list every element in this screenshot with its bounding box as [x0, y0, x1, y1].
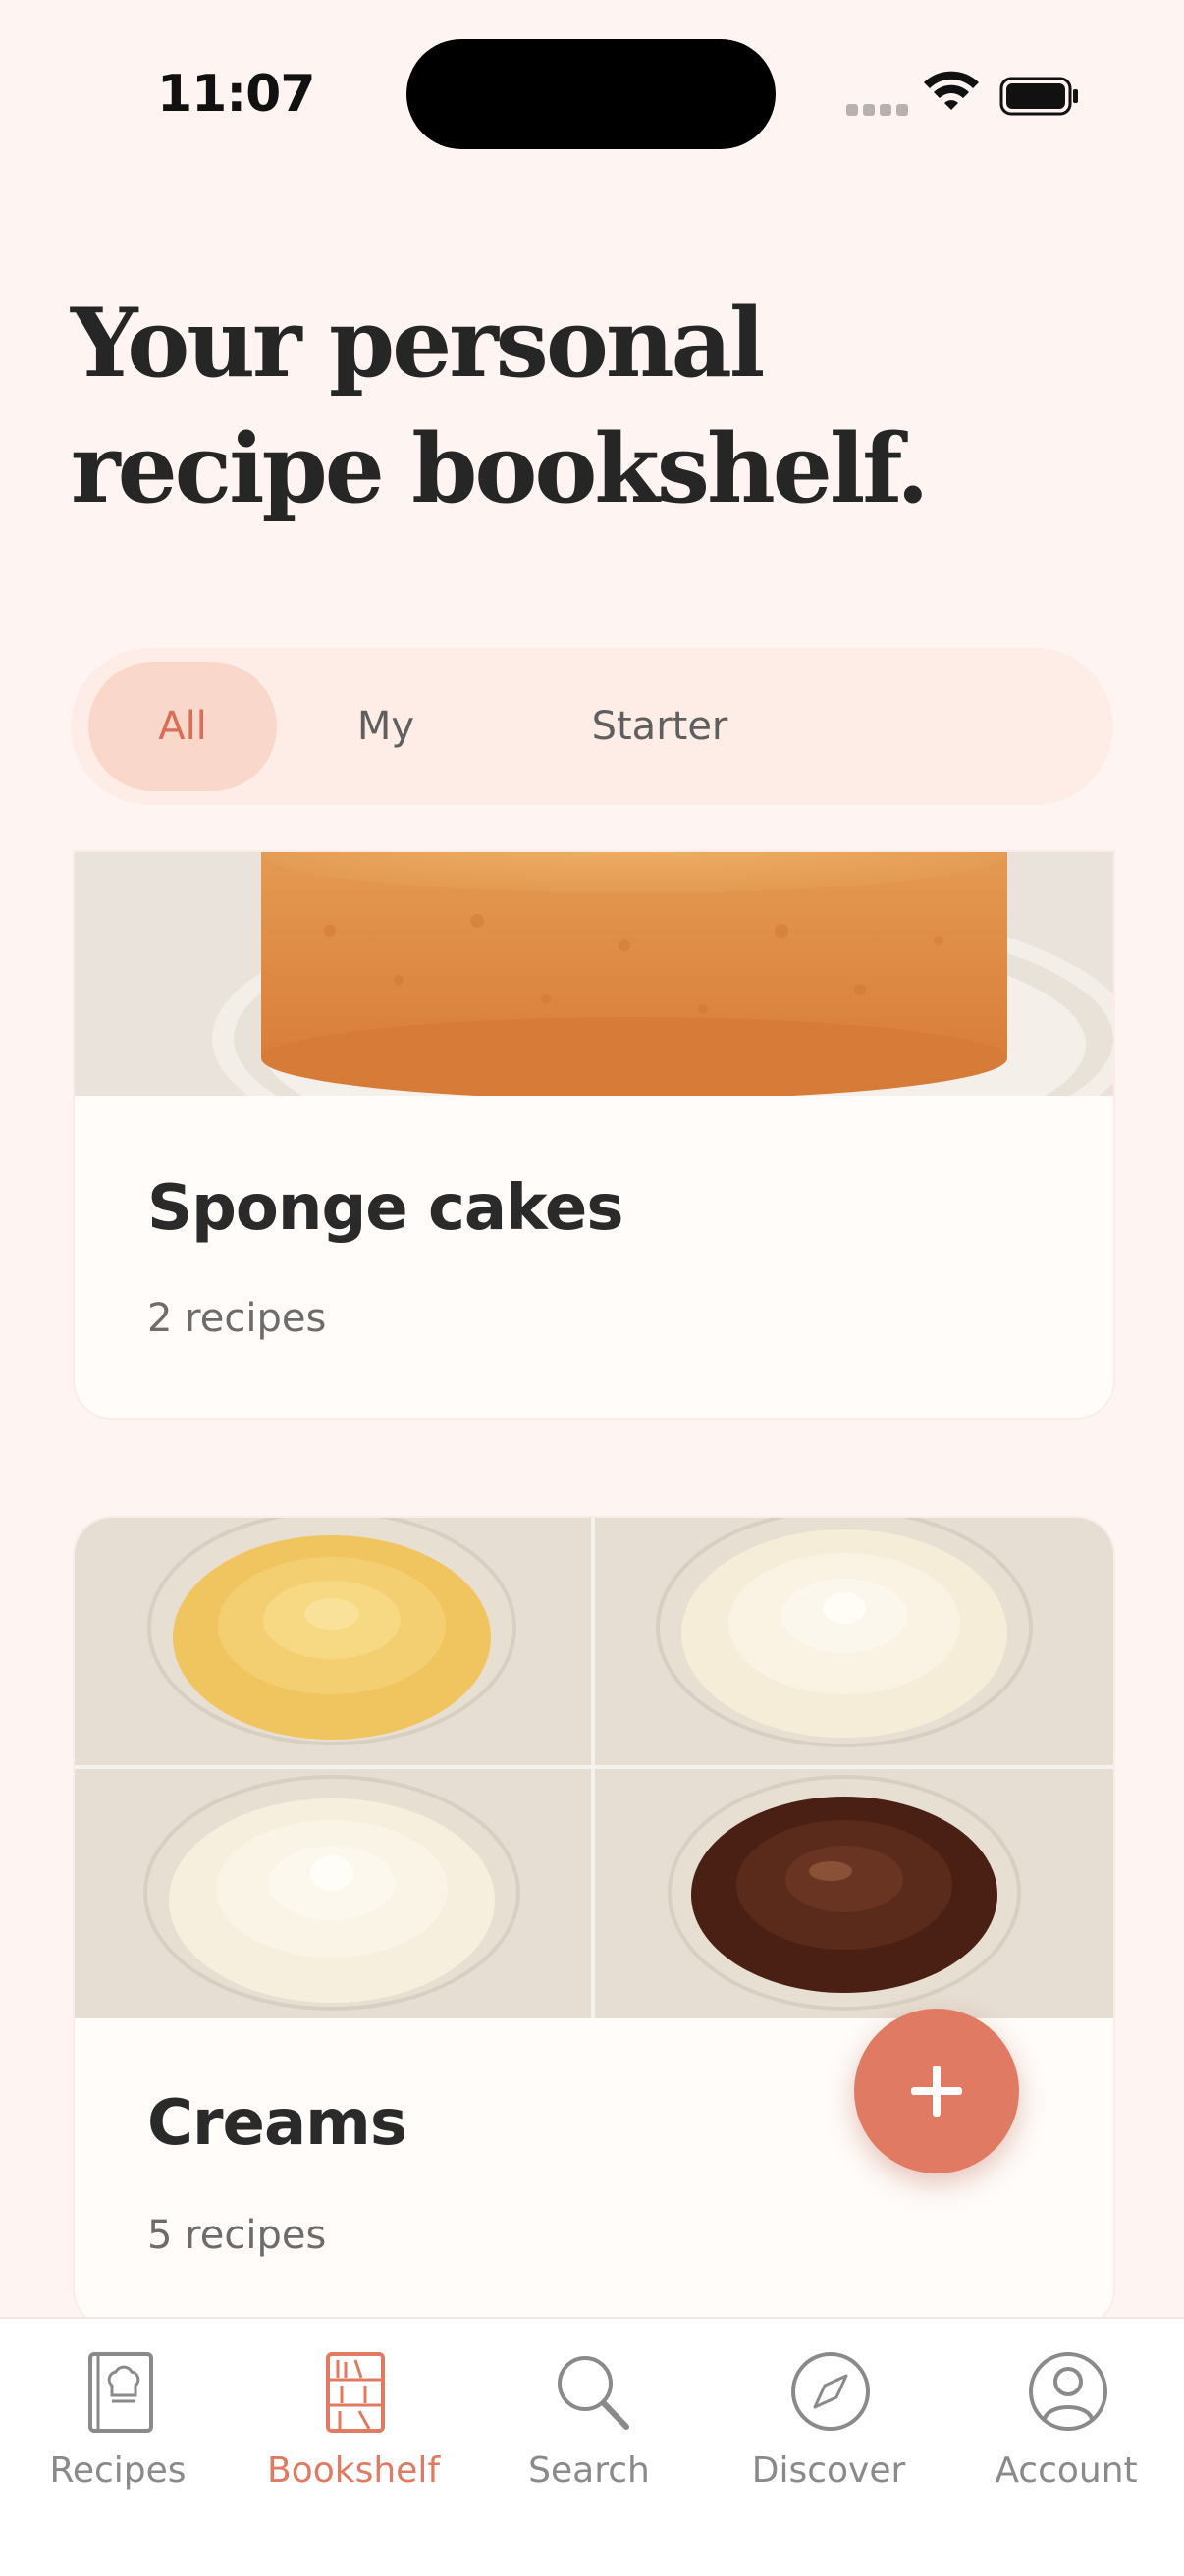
tab-account[interactable]: Account — [968, 2348, 1164, 2505]
filter-tab-my[interactable]: My — [304, 662, 467, 791]
collection-card-sponge-cakes[interactable]: Sponge cakes 2 recipes — [73, 850, 1115, 1420]
tab-bookshelf[interactable]: Bookshelf — [255, 2348, 452, 2505]
tab-label: Account — [995, 2450, 1138, 2491]
bottom-tab-bar: Recipes Bookshelf Search Discover Accoun… — [0, 2317, 1184, 2576]
tab-discover[interactable]: Discover — [730, 2348, 927, 2505]
card-recipe-count: 5 recipes — [147, 2213, 327, 2258]
add-collection-button[interactable] — [854, 2009, 1019, 2174]
dynamic-island — [406, 39, 776, 149]
tab-label: Discover — [751, 2450, 906, 2491]
person-icon — [1029, 2352, 1107, 2431]
tab-recipes[interactable]: Recipes — [20, 2348, 216, 2505]
collection-card-creams[interactable]: Creams 5 recipes — [73, 1516, 1115, 2329]
card-title: Creams — [147, 2087, 407, 2160]
tab-label: Recipes — [49, 2450, 187, 2491]
wifi-icon — [924, 71, 979, 110]
page-title: Your personal recipe bookshelf. — [71, 288, 930, 524]
status-time: 11:07 — [157, 65, 316, 124]
sponge-cake-photo — [75, 852, 1113, 1096]
filter-segmented-control: All My Starter — [71, 648, 1113, 805]
tab-label: Search — [528, 2450, 650, 2491]
battery-icon — [999, 77, 1078, 116]
compass-icon — [791, 2352, 870, 2431]
card-recipe-count: 2 recipes — [147, 1296, 327, 1341]
recipe-book-icon — [88, 2352, 153, 2433]
plus-icon — [911, 2066, 962, 2117]
creams-collage-photo — [75, 1518, 1113, 2018]
filter-tab-all[interactable]: All — [88, 662, 277, 791]
filter-tab-starter[interactable]: Starter — [542, 662, 778, 791]
search-icon — [558, 2356, 629, 2430]
tab-label: Bookshelf — [267, 2450, 440, 2491]
bookshelf-icon — [326, 2352, 385, 2433]
status-bar: 11:07 — [0, 0, 1184, 196]
card-title: Sponge cakes — [147, 1172, 623, 1245]
tab-search[interactable]: Search — [491, 2348, 687, 2505]
cellular-signal-icon — [846, 104, 909, 116]
